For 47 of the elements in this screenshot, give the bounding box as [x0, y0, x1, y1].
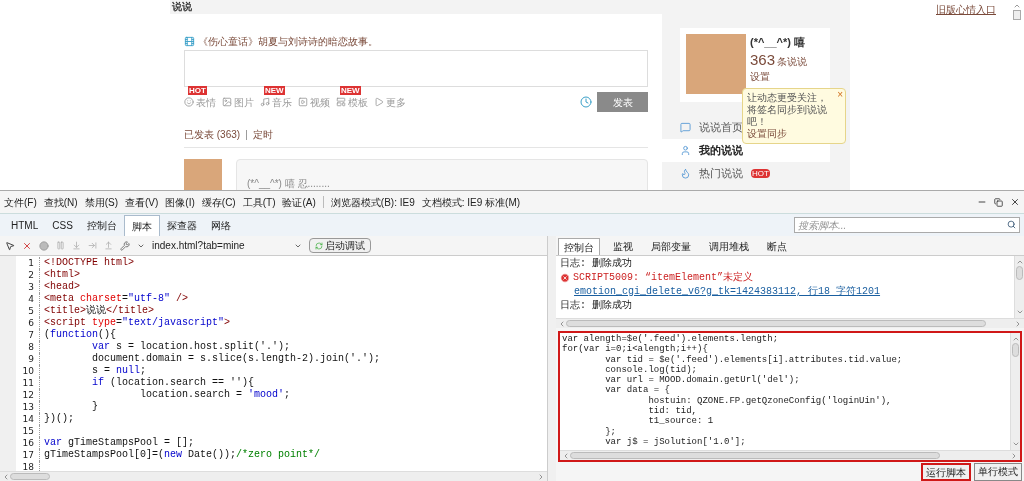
line-number: 13	[16, 401, 40, 413]
code-line: var s = location.host.split('.');	[91, 341, 291, 353]
line-number: 7	[16, 329, 40, 341]
code-line: <html>	[43, 269, 80, 281]
line-number: 9	[16, 353, 40, 365]
code-line: <script type="text/javascript">	[43, 317, 231, 329]
code-line: gTimeStampsPool[0]=(new Date());/*zero point*/	[43, 449, 321, 461]
code-line: <!DOCTYPE html>	[43, 257, 134, 269]
line-number: 15	[16, 425, 40, 437]
line-number: 6	[16, 317, 40, 329]
line-number: 11	[16, 377, 40, 389]
log-message: 日志: 删除成功	[560, 299, 633, 313]
code-line: <head>	[43, 281, 80, 293]
error-message: SCRIPT5009: “itemElement”未定义	[573, 271, 754, 285]
line-number: 16	[16, 437, 40, 449]
section-title: 说说	[171, 0, 193, 14]
tooltip-text: 让动态更受关注，将签名同步到说说吧！	[747, 92, 828, 128]
post-text: (*^__^*) 嘻 忍........	[247, 178, 330, 189]
hot-badge: HOT	[751, 169, 770, 178]
post-count: 363	[750, 50, 776, 69]
line-number: 10	[16, 365, 40, 377]
tag-badge: NEW	[340, 85, 361, 95]
code-line: location.search = 'mood';	[139, 389, 291, 401]
code-line: s = null;	[91, 365, 147, 377]
code-line: })();	[43, 413, 74, 425]
code-line: <meta charset="utf-8" />	[43, 293, 189, 305]
line-number: 3	[16, 281, 40, 293]
line-number: 1	[16, 257, 40, 269]
line-number: 17	[16, 449, 40, 461]
line-number: 2	[16, 269, 40, 281]
code-line: if (location.search == ''){	[91, 377, 255, 389]
code-line: var gTimeStampsPool = [];	[43, 437, 195, 449]
line-number: 14	[16, 413, 40, 425]
line-number: 5	[16, 305, 40, 317]
code-line: }	[91, 401, 98, 413]
code-line: <title>说说</title>	[43, 305, 155, 317]
line-number: 4	[16, 293, 40, 305]
log-message: 日志: 删除成功	[560, 257, 633, 271]
separator: |	[245, 128, 248, 142]
code-line: document.domain = s.slice(s.length-2).join('.');	[91, 353, 381, 365]
profile-name: (*^__^*) 嘻	[750, 35, 807, 50]
tag-badge: HOT	[188, 85, 207, 95]
count-label: 条说说	[777, 54, 808, 69]
line-number: 12	[16, 389, 40, 401]
tag-badge: NEW	[264, 85, 285, 95]
line-number: 8	[16, 341, 40, 353]
code-line: (function(){	[43, 329, 117, 341]
